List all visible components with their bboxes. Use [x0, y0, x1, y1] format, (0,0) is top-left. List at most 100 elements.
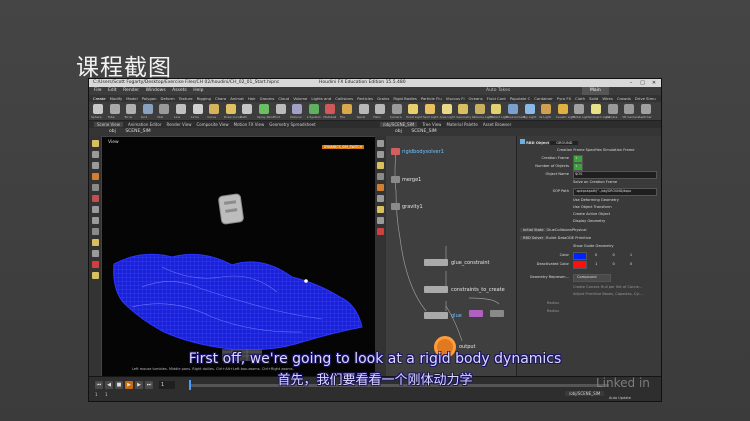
view-tool-icon[interactable]: [91, 206, 99, 213]
menu-assets[interactable]: Assets: [172, 88, 187, 93]
shelf-tab[interactable]: Rigging: [197, 96, 211, 101]
create-active-checkbox[interactable]: Create Active Object: [573, 212, 610, 216]
shelf-tab[interactable]: Pyro FX: [557, 96, 571, 101]
node-merge1[interactable]: [391, 176, 400, 183]
shelf-tab[interactable]: Lights and: [311, 96, 331, 101]
shelf-tool-icon[interactable]: [591, 104, 601, 114]
shelf-tool-icon[interactable]: [176, 104, 186, 114]
shelf-tool-icon[interactable]: [425, 104, 435, 114]
shelf-tool-icon[interactable]: [358, 104, 369, 114]
network-color-icon[interactable]: [377, 184, 384, 191]
end-frame[interactable]: 1: [105, 392, 108, 397]
param-subtab[interactable]: Bullet Data: [546, 236, 566, 240]
shelf-tool-icon[interactable]: [292, 104, 303, 114]
shelf-tab[interactable]: Particle Flu: [421, 96, 442, 101]
right-pane-tab[interactable]: Material Palette: [446, 122, 477, 127]
network-dependency-icon[interactable]: [377, 228, 384, 235]
shelf-tab[interactable]: Solid: [589, 96, 598, 101]
shelf-tool-icon[interactable]: [142, 104, 153, 114]
left-path-obj[interactable]: obj: [109, 129, 116, 134]
shelf-tab[interactable]: Texture: [179, 96, 193, 101]
convex-hull-checkbox[interactable]: Create Convex Hull per Set of Conne...: [573, 285, 642, 289]
auto-update[interactable]: Auto Update: [609, 396, 631, 400]
brush-tool-icon[interactable]: [91, 217, 99, 224]
shelf-tool-icon[interactable]: [109, 104, 120, 114]
shelf-tool-icon[interactable]: [225, 104, 236, 114]
menu-edit[interactable]: Edit: [108, 88, 117, 93]
network-editor[interactable]: rigidbodysolver1 merge1 gravity1 glue_co…: [386, 136, 516, 376]
param-node-name[interactable]: GROUND: [550, 141, 579, 145]
shelf-tool-icon[interactable]: [375, 104, 386, 114]
deactivated-color-swatch[interactable]: [573, 261, 587, 269]
shelf-tool-icon[interactable]: [391, 104, 402, 114]
network-select-icon[interactable]: [377, 140, 384, 147]
right-pane-tab[interactable]: Asset Browser: [483, 122, 511, 127]
left-pane-tab[interactable]: Scene View: [94, 122, 123, 127]
shelf-tool-icon[interactable]: [93, 104, 103, 114]
shelf-tab[interactable]: Chara: [215, 96, 226, 101]
shelf-tool-icon[interactable]: [508, 104, 518, 114]
snap-icon[interactable]: [91, 239, 99, 246]
shelf-tab[interactable]: Cloth: [575, 96, 585, 101]
shelf-tool-icon[interactable]: [524, 104, 535, 114]
left-pane-tab[interactable]: Render View: [166, 122, 191, 127]
shelf-tab[interactable]: Collisions: [335, 96, 353, 101]
deact-g[interactable]: 0: [612, 262, 614, 266]
param-subtab[interactable]: ODE Primitive: [566, 236, 591, 240]
shelf-tool-icon[interactable]: [126, 104, 137, 114]
shelf-tab[interactable]: Deform: [161, 96, 175, 101]
magnet-snap-icon[interactable]: [91, 261, 99, 268]
shelf-tool-icon[interactable]: [557, 104, 568, 114]
shelf-tool-icon[interactable]: [308, 104, 319, 114]
display-options-icon[interactable]: [91, 272, 99, 279]
network-flag-icon[interactable]: [377, 162, 384, 169]
shelf-tool-icon[interactable]: [408, 104, 419, 114]
shelf-tab[interactable]: Hair: [248, 96, 256, 101]
color-r[interactable]: 0: [595, 253, 597, 257]
shelf-tab[interactable]: Drive Simu: [635, 96, 656, 101]
shelf-tab[interactable]: Rigid Bodies: [393, 96, 416, 101]
shelf-tab[interactable]: Crowds: [617, 96, 631, 101]
shelf-tab[interactable]: Fluid Cont: [487, 96, 506, 101]
param-frame-option[interactable]: Creation Frame Specifies Simulation Fram…: [557, 148, 634, 152]
node-constraints-to-create[interactable]: [424, 286, 448, 293]
shelf-tab[interactable]: Grains: [377, 96, 389, 101]
param-subtab[interactable]: RBD Solver: [520, 236, 547, 240]
shelf-tool-icon[interactable]: [325, 104, 336, 114]
color-g[interactable]: 0: [612, 253, 614, 257]
shelf-tool-icon[interactable]: [607, 104, 618, 114]
menu-help[interactable]: Help: [193, 88, 203, 93]
left-pane-tab[interactable]: Geometry Spreadsheet: [269, 122, 315, 127]
node-glue-helper[interactable]: [469, 310, 483, 317]
select-mode-icon[interactable]: [91, 250, 99, 257]
node-glue-helper-2[interactable]: [490, 310, 504, 317]
left-pane-tab[interactable]: Motion FX View: [234, 122, 265, 127]
left-path-scene[interactable]: SCENE_SIM: [125, 129, 150, 134]
menu-windows[interactable]: Windows: [146, 88, 166, 93]
start-frame[interactable]: 1: [95, 392, 98, 397]
param-tab[interactable]: Collisions: [555, 228, 572, 232]
close-button[interactable]: ✕: [649, 79, 659, 87]
shelf-tab[interactable]: Wires: [602, 96, 613, 101]
shelf-tool-icon[interactable]: [458, 104, 469, 114]
param-tab[interactable]: Initial State: [520, 228, 547, 232]
shelf-tab[interactable]: Volume: [293, 96, 307, 101]
shelf-tool-icon[interactable]: [474, 104, 485, 114]
shelf-tool-icon[interactable]: [441, 104, 452, 114]
node-rigidbodysolver1[interactable]: [391, 148, 400, 155]
shelf-tool-icon[interactable]: [159, 104, 170, 114]
use-object-transform-checkbox[interactable]: Use Object Transform: [573, 205, 612, 209]
maximize-button[interactable]: □: [638, 79, 648, 87]
network-layout-icon[interactable]: [377, 217, 384, 224]
show-guide-checkbox[interactable]: Show Guide Geometry: [573, 244, 613, 248]
shelf-tab[interactable]: Create: [93, 96, 106, 101]
network-list-icon[interactable]: [377, 151, 384, 158]
shelf-tool-icon[interactable]: [574, 104, 585, 114]
network-shape-icon[interactable]: [377, 195, 384, 202]
menu-render[interactable]: Render: [123, 88, 139, 93]
handle-tool-icon[interactable]: [91, 173, 99, 180]
shelf-tool-icon[interactable]: [209, 104, 220, 114]
node-gravity1[interactable]: [391, 203, 400, 210]
scene-viewport[interactable]: View DYNAMICS_SIM_SWITCH Left mouse tumb…: [101, 136, 377, 378]
shelf-tab[interactable]: Particles: [357, 96, 373, 101]
